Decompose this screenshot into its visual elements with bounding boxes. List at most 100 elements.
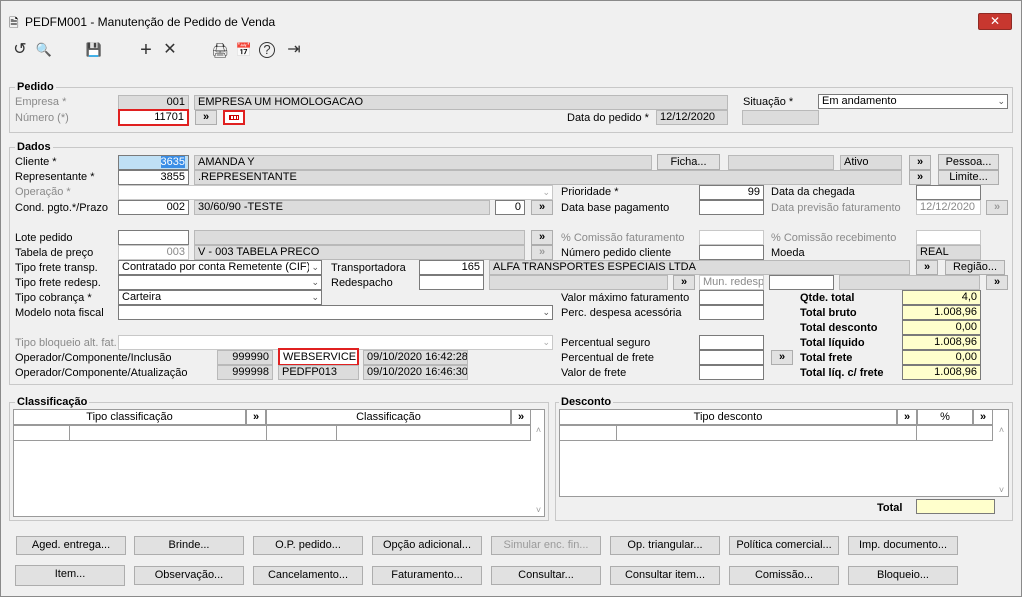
chevron-up-icon: ˄ xyxy=(998,425,1005,435)
desconto-total-label: Total xyxy=(877,502,903,514)
percent-lookup-button[interactable]: » xyxy=(973,409,993,425)
brinde-button[interactable]: Brinde... xyxy=(134,536,244,555)
table-row[interactable] xyxy=(559,425,993,441)
chevron-down-icon: ⌄ xyxy=(309,261,319,274)
remove-icon[interactable]: ✕ xyxy=(159,39,181,61)
aged-entrega-button[interactable]: Aged. entrega... xyxy=(16,536,126,555)
cliente-code-value: 3635 xyxy=(160,156,185,168)
redespacho-name-field xyxy=(489,275,668,290)
situacao-select[interactable]: Em andamento ⌄ xyxy=(818,94,1008,109)
valor-max-field[interactable] xyxy=(699,290,764,305)
operacao-select[interactable]: ⌄ xyxy=(118,185,553,200)
data-chegada-field[interactable] xyxy=(916,185,981,200)
tipo-desconto-header[interactable]: Tipo desconto xyxy=(559,409,897,425)
numero-lookup-button[interactable]: » xyxy=(195,110,217,125)
lote-code-field[interactable] xyxy=(118,230,189,245)
mun-redesp-lookup-button[interactable]: » xyxy=(986,275,1008,290)
frete-redesp-select[interactable]: ⌄ xyxy=(118,275,322,290)
transportadora-lookup-button[interactable]: » xyxy=(916,260,938,275)
op-triangular-button[interactable]: Op. triangular... xyxy=(610,536,720,555)
cobranca-select[interactable]: Carteira ⌄ xyxy=(118,290,322,305)
consultar-button[interactable]: Consultar... xyxy=(491,566,601,585)
classificacao-lookup-button[interactable]: » xyxy=(511,409,531,425)
exit-icon[interactable]: ⇥ xyxy=(283,39,305,61)
opcao-adicional-button[interactable]: Opção adicional... xyxy=(372,536,482,555)
data-pedido-field: 12/12/2020 xyxy=(656,110,728,125)
perc-frete-field[interactable] xyxy=(699,350,764,365)
comissao-button[interactable]: Comissão... xyxy=(729,566,839,585)
op-atu-label: Operador/Componente/Atualização xyxy=(15,367,188,379)
observacao-button[interactable]: Observação... xyxy=(134,566,244,585)
empresa-label: Empresa * xyxy=(15,96,67,108)
valor-max-label: Valor máximo faturamento xyxy=(561,292,690,304)
representante-code-field[interactable]: 3855 xyxy=(118,170,189,185)
perc-desp-field[interactable] xyxy=(699,305,764,320)
transportadora-name-field: ALFA TRANSPORTES ESPECIAIS LTDA xyxy=(489,260,910,275)
save-icon[interactable]: 💾 xyxy=(83,39,105,61)
lote-lookup-button[interactable]: » xyxy=(531,230,553,245)
ficha-button[interactable]: Ficha... xyxy=(657,154,720,170)
calendar-icon[interactable]: 📅 xyxy=(233,39,255,61)
cancelamento-button[interactable]: Cancelamento... xyxy=(253,566,363,585)
tipo-classificacao-lookup-button[interactable]: » xyxy=(246,409,266,425)
data-prev-label: Data previsão faturamento xyxy=(771,202,901,214)
classificacao-header[interactable]: Classificação xyxy=(266,409,511,425)
calendar-icon[interactable] xyxy=(223,110,245,125)
redespacho-lookup-button[interactable]: » xyxy=(673,275,695,290)
cond-code-field[interactable]: 002 xyxy=(118,200,189,215)
add-icon[interactable]: + xyxy=(135,39,157,61)
redespacho-code-field[interactable] xyxy=(419,275,484,290)
data-base-field[interactable] xyxy=(699,200,764,215)
frete-transp-value: Contratado por conta Remetente (CIF) xyxy=(122,261,311,273)
print-icon[interactable]: 🖨 xyxy=(209,39,231,61)
transportadora-code-field[interactable]: 165 xyxy=(419,260,484,275)
valor-frete-field[interactable] xyxy=(699,365,764,380)
consultar-item-button[interactable]: Consultar item... xyxy=(610,566,720,585)
help-icon[interactable]: ? xyxy=(259,42,275,58)
comissao-fat-field xyxy=(699,230,764,245)
document-icon: 🗎 xyxy=(9,16,19,30)
tipo-classificacao-header[interactable]: Tipo classificação xyxy=(13,409,246,425)
data-base-label: Data base pagamento xyxy=(561,202,670,214)
cliente-code-field[interactable]: 3635 xyxy=(118,155,189,170)
op-pedido-button[interactable]: O.P. pedido... xyxy=(253,536,363,555)
prazo-field[interactable]: 0 xyxy=(495,200,525,215)
prioridade-field[interactable]: 99 xyxy=(699,185,764,200)
cond-lookup-button[interactable]: » xyxy=(531,200,553,215)
numero-field[interactable]: 11701 xyxy=(118,109,189,126)
search-icon[interactable]: 🔍 xyxy=(33,39,55,61)
percent-header[interactable]: % xyxy=(917,409,973,425)
undo-icon[interactable]: ↺ xyxy=(9,39,31,61)
cliente-status-field: Ativo xyxy=(840,155,902,170)
moeda-field: REAL xyxy=(916,245,981,260)
representante-lookup-button[interactable]: » xyxy=(909,170,931,185)
perc-desp-label: Perc. despesa acessória xyxy=(561,307,682,319)
table-row[interactable] xyxy=(13,425,531,441)
imp-documento-button[interactable]: Imp. documento... xyxy=(848,536,958,555)
close-button[interactable]: ✕ xyxy=(978,13,1012,30)
perc-frete-lookup-button[interactable]: » xyxy=(771,350,793,365)
comissao-rec-label: % Comissão recebimento xyxy=(771,232,897,244)
limite-button[interactable]: Limite... xyxy=(938,170,999,185)
classificacao-scrollbar[interactable]: ˄ ˅ xyxy=(533,425,544,515)
lote-name-field xyxy=(194,230,525,245)
faturamento-button[interactable]: Faturamento... xyxy=(372,566,482,585)
modelo-select[interactable]: ⌄ xyxy=(118,305,553,320)
chevron-down-icon: ⌄ xyxy=(542,337,550,347)
perc-seguro-field[interactable] xyxy=(699,335,764,350)
num-cliente-field[interactable] xyxy=(699,245,764,260)
tipo-desconto-lookup-button[interactable]: » xyxy=(897,409,917,425)
mun-redesp-name-field xyxy=(839,275,980,290)
data-prev-field: 12/12/2020 xyxy=(916,200,981,215)
cliente-lookup-button[interactable]: » xyxy=(909,155,931,170)
item-button[interactable]: Item... xyxy=(15,565,125,586)
desconto-scrollbar[interactable]: ˄ ˅ xyxy=(996,425,1007,495)
total-frete-field: 0,00 xyxy=(902,350,981,365)
bloqueio-button[interactable]: Bloqueio... xyxy=(848,566,958,585)
politica-comercial-button[interactable]: Política comercial... xyxy=(729,536,839,555)
main-window: 🗎 PEDFM001 - Manutenção de Pedido de Ven… xyxy=(0,0,1022,597)
frete-transp-select[interactable]: Contratado por conta Remetente (CIF) ⌄ xyxy=(118,260,322,275)
mun-redesp-code-field[interactable] xyxy=(769,275,834,290)
pessoa-button[interactable]: Pessoa... xyxy=(938,154,999,170)
regiao-button[interactable]: Região... xyxy=(945,260,1005,275)
